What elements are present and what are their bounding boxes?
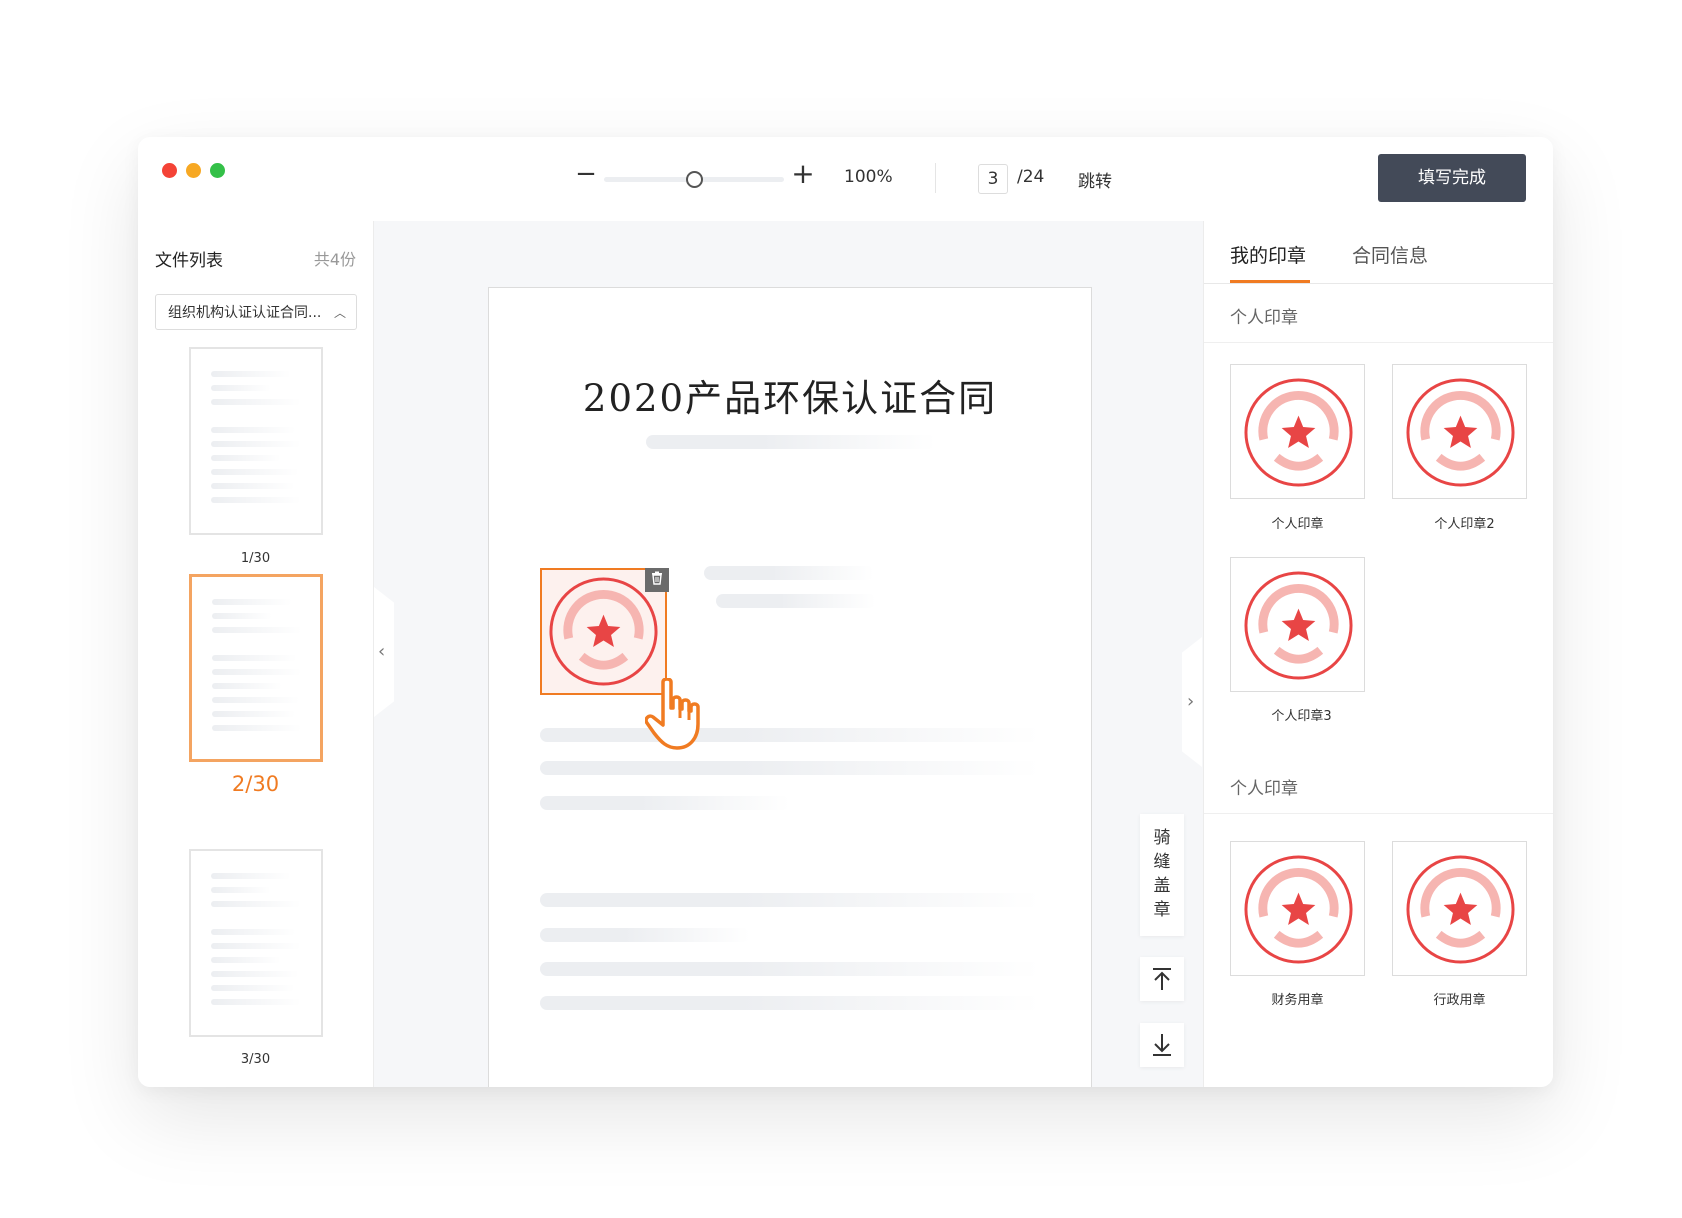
chevron-up-icon: ︿ [333, 306, 346, 320]
text-placeholder [540, 996, 1040, 1010]
maximize-window-dot[interactable] [210, 163, 225, 178]
seal-icon [549, 577, 658, 686]
active-tab-indicator [1230, 280, 1310, 283]
text-placeholder [646, 435, 936, 449]
trash-icon[interactable] [645, 568, 669, 592]
document-title: 2020产品环保认证合同 [582, 377, 998, 420]
stamp-card[interactable] [1392, 841, 1527, 976]
stamp-card[interactable] [1392, 364, 1527, 499]
collapse-right-panel-button[interactable]: › [1182, 637, 1202, 767]
riding-seam-char: 盖 [1153, 876, 1171, 896]
page-number-input[interactable] [978, 164, 1008, 194]
to-top-icon [1153, 968, 1171, 990]
zoom-out-button[interactable]: − [571, 159, 601, 189]
seal-icon [1244, 855, 1353, 964]
file-select-dropdown[interactable]: 组织机构认证认证合同... ︿ [155, 294, 357, 330]
chevron-right-icon: › [1187, 691, 1195, 712]
toolbar-divider [935, 163, 936, 193]
divider [1204, 813, 1553, 814]
page-thumbnail[interactable] [189, 849, 323, 1037]
file-list-title: 文件列表 [155, 251, 223, 271]
text-placeholder [540, 928, 750, 942]
stamp-card[interactable] [1230, 364, 1365, 499]
seal-icon [1244, 571, 1353, 680]
file-count: 共4份 [313, 250, 356, 269]
text-placeholder [540, 796, 790, 810]
page-thumbnail-active[interactable] [189, 574, 323, 762]
personal-stamps-title: 个人印章 [1230, 308, 1298, 328]
page-thumbnail-label: 3/30 [240, 1052, 271, 1067]
chevron-left-icon: ‹ [378, 641, 386, 662]
seal-icon [1244, 378, 1353, 487]
stamp-label: 个人印章2 [1434, 517, 1495, 532]
file-select-value: 组织机构认证认证合同... [168, 305, 322, 321]
stamp-panel-tabs: 我的印章 合同信息 [1204, 221, 1553, 284]
stamp-panel: 我的印章 合同信息 个人印章 个人印章 个人印章2 个人印章3 个人印章 财务用… [1203, 221, 1553, 1087]
divider [1204, 342, 1553, 343]
text-placeholder [540, 962, 1040, 976]
seal-icon [1406, 855, 1515, 964]
page-thumbnail-label: 1/30 [240, 551, 271, 566]
zoom-slider-knob[interactable] [685, 171, 703, 188]
stamp-label: 行政用章 [1433, 993, 1486, 1008]
page-total: /24 [1017, 167, 1045, 187]
to-bottom-icon [1153, 1034, 1171, 1056]
text-placeholder [716, 594, 876, 608]
seal-icon [1406, 378, 1515, 487]
file-list-panel: 文件列表 共4份 组织机构认证认证合同... ︿ 1/30 2/30 3/30 [138, 221, 374, 1087]
tab-contract-info[interactable]: 合同信息 [1352, 241, 1428, 268]
stamp-label: 个人印章3 [1271, 709, 1332, 724]
riding-seam-stamp-button[interactable]: 骑 缝 盖 章 [1140, 814, 1184, 936]
riding-seam-char: 骑 [1153, 828, 1171, 848]
top-toolbar: − + 100% /24 跳转 填写完成 [138, 137, 1553, 221]
scroll-to-top-button[interactable] [1140, 957, 1184, 1001]
stamp-label: 财务用章 [1271, 993, 1324, 1008]
riding-seam-char: 章 [1153, 900, 1171, 920]
company-stamps-title: 个人印章 [1230, 779, 1298, 799]
tab-my-stamps[interactable]: 我的印章 [1230, 241, 1306, 268]
finish-button[interactable]: 填写完成 [1378, 154, 1526, 202]
stamp-card[interactable] [1230, 841, 1365, 976]
text-placeholder [540, 893, 1040, 907]
stamp-label: 个人印章 [1271, 517, 1324, 532]
zoom-in-button[interactable]: + [788, 159, 818, 189]
jump-button[interactable]: 跳转 [1078, 167, 1112, 192]
page-thumbnail[interactable] [189, 347, 323, 535]
scroll-to-bottom-button[interactable] [1140, 1023, 1184, 1067]
app-window: − + 100% /24 跳转 填写完成 文件列表 共4份 组织机构认证认证合同… [138, 137, 1553, 1087]
collapse-left-panel-button[interactable]: ‹ [374, 587, 394, 717]
document-page: 2020产品环保认证合同 [488, 287, 1092, 1087]
stamp-card[interactable] [1230, 557, 1365, 692]
text-placeholder [540, 728, 1040, 742]
text-placeholder [704, 566, 874, 580]
page-thumbnail-label-active: 2/30 [231, 772, 280, 796]
riding-seam-char: 缝 [1153, 852, 1171, 872]
text-placeholder [540, 761, 1040, 775]
minimize-window-dot[interactable] [186, 163, 201, 178]
zoom-level: 100% [844, 167, 893, 187]
pointer-hand-icon [644, 677, 717, 756]
close-window-dot[interactable] [162, 163, 177, 178]
